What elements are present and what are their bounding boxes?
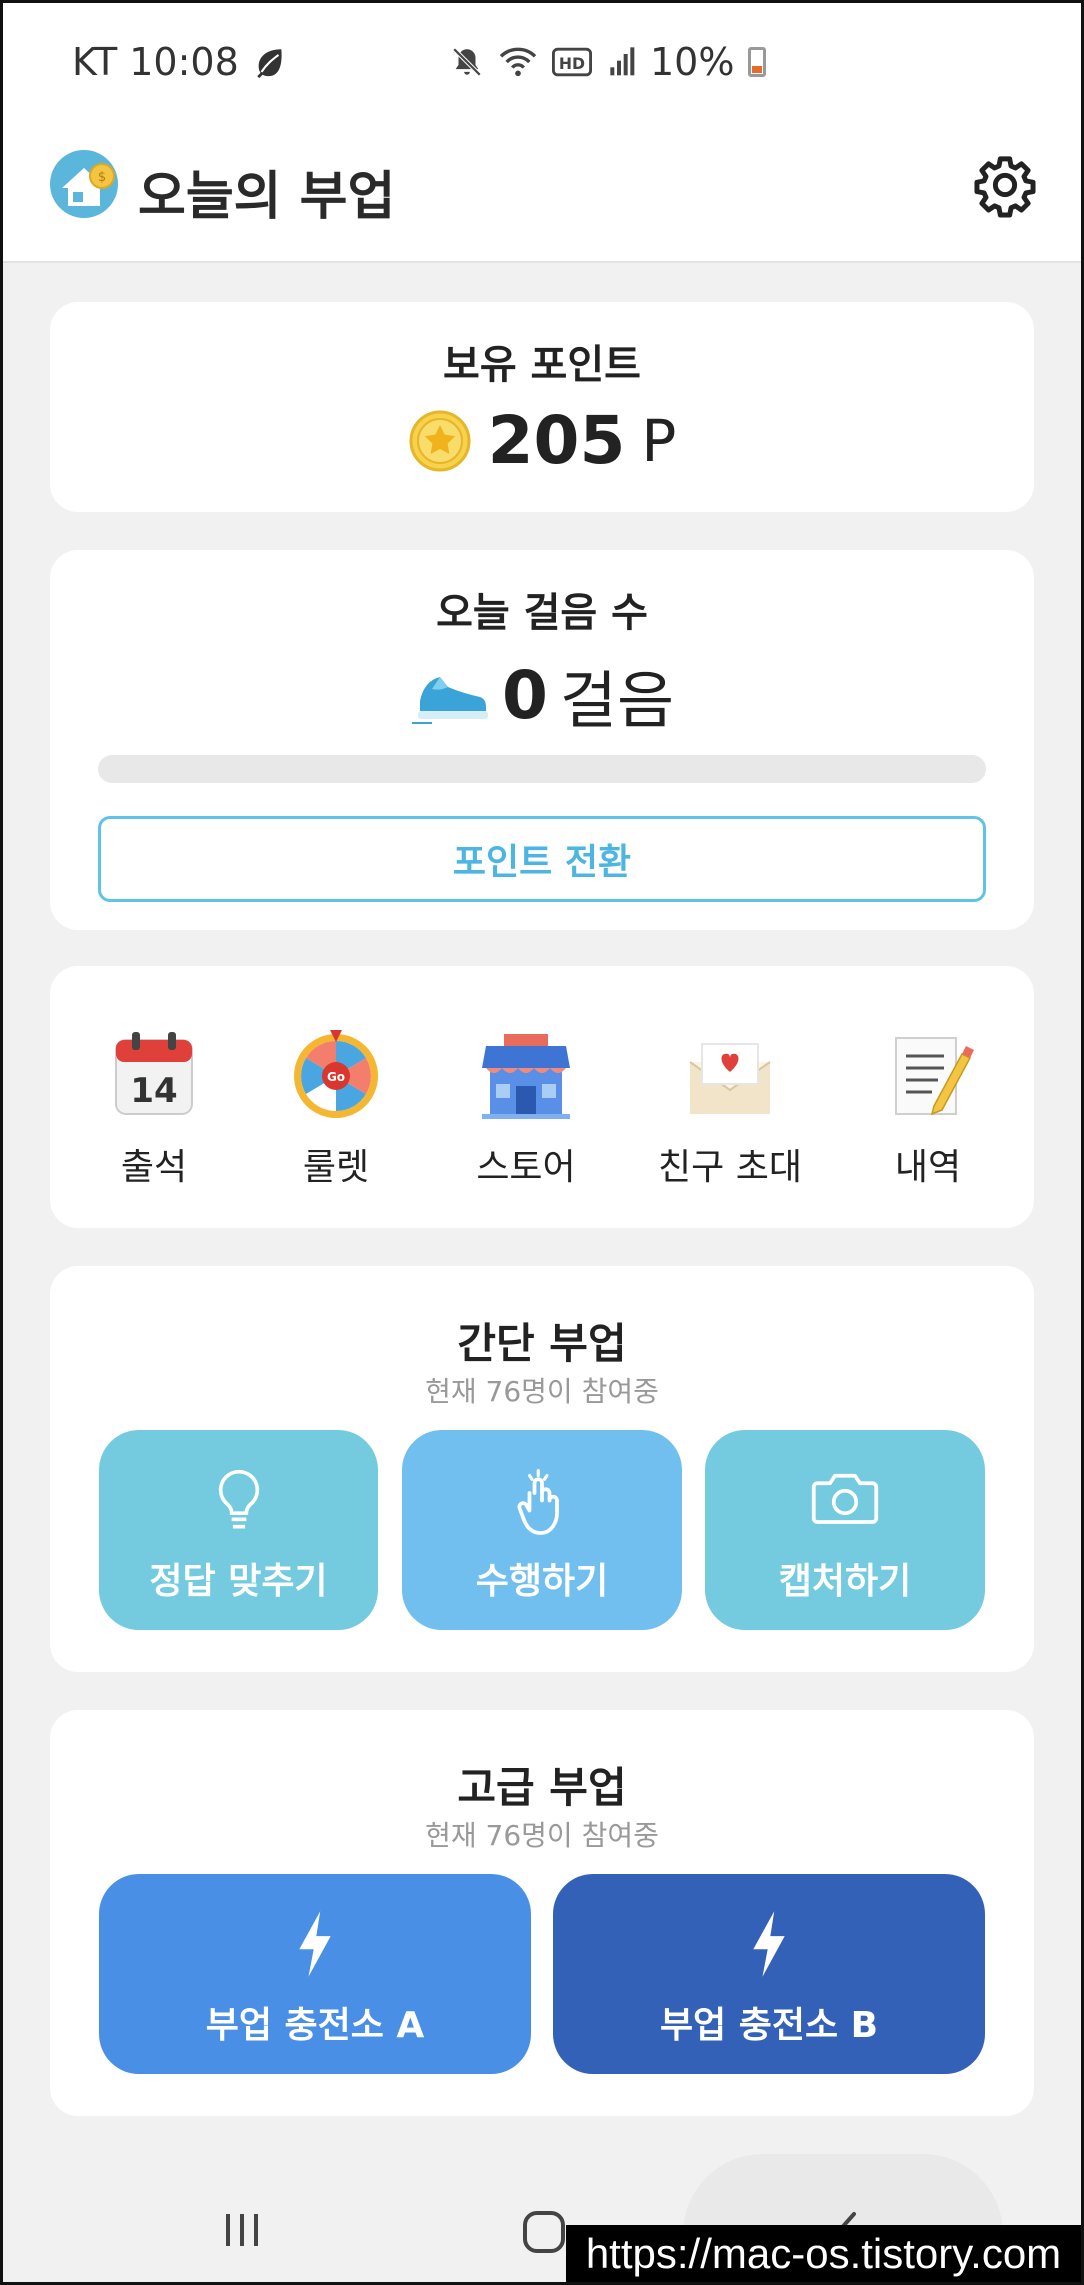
steps-progress-bar bbox=[98, 755, 986, 783]
wifi-icon bbox=[499, 47, 537, 77]
points-unit: P bbox=[641, 406, 677, 475]
side-job-station-a-label: 부업 충전소 A bbox=[205, 2005, 425, 2046]
gear-icon[interactable] bbox=[972, 152, 1038, 218]
menu-item-store[interactable]: 스토어 bbox=[436, 1024, 616, 1190]
quiz-answer-tile[interactable]: 정답 맞추기 bbox=[99, 1430, 378, 1630]
recent-apps-icon[interactable] bbox=[220, 2208, 264, 2252]
quiz-answer-label: 정답 맞추기 bbox=[149, 1561, 328, 1602]
advanced-side-job-title: 고급 부업 bbox=[457, 1763, 627, 1812]
hd-icon: HD bbox=[552, 47, 592, 77]
points-label: 보유 포인트 bbox=[443, 342, 641, 388]
status-left: KT 10:08 bbox=[72, 40, 287, 84]
app-title: 오늘의 부업 bbox=[138, 167, 396, 227]
battery-percent: 10% bbox=[650, 40, 735, 84]
points-value: 205 bbox=[487, 402, 626, 479]
lightning-icon bbox=[553, 1910, 985, 1980]
watermark: https://mac-os.tistory.com bbox=[566, 2225, 1081, 2282]
star-coin-icon bbox=[409, 410, 471, 471]
perform-task-label: 수행하기 bbox=[475, 1561, 609, 1602]
points-card: 보유 포인트 205 P bbox=[50, 302, 1034, 512]
status-right: HD 10% bbox=[450, 40, 767, 84]
capture-label: 캡처하기 bbox=[778, 1561, 912, 1602]
roulette-icon: Go bbox=[294, 1030, 378, 1118]
sneaker-icon bbox=[411, 677, 488, 724]
svg-text:Go: Go bbox=[327, 1070, 345, 1084]
app-logo: $ bbox=[50, 150, 118, 218]
status-bar: KT 10:08 HD 10% bbox=[0, 0, 1084, 128]
menu-card: 14 출석 Go 룰렛 스토어 친구 초대 내역 bbox=[50, 966, 1034, 1228]
steps-row: 0 걸음 bbox=[50, 650, 1034, 740]
notepad-icon bbox=[895, 1037, 974, 1116]
menu-label-history: 내역 bbox=[894, 1147, 962, 1188]
simple-side-job-subtitle: 현재 76명이 참여중 bbox=[425, 1375, 659, 1408]
side-job-station-b-label: 부업 충전소 B bbox=[659, 2005, 879, 2046]
store-icon bbox=[482, 1034, 570, 1119]
steps-unit: 걸음 bbox=[559, 664, 675, 737]
menu-label-store: 스토어 bbox=[476, 1147, 576, 1188]
steps-label: 오늘 걸음 수 bbox=[436, 590, 648, 636]
home-icon[interactable] bbox=[520, 2208, 568, 2256]
menu-item-attendance[interactable]: 14 출석 bbox=[64, 1024, 244, 1190]
simple-side-job-title: 간단 부업 bbox=[457, 1319, 627, 1368]
camera-icon bbox=[705, 1468, 985, 1538]
lightbulb-icon bbox=[99, 1468, 378, 1538]
signal-icon bbox=[610, 47, 635, 76]
steps-value: 0 bbox=[501, 656, 548, 734]
side-job-station-a-button[interactable]: 부업 충전소 A bbox=[99, 1874, 531, 2074]
app-bar: $ 오늘의 부업 bbox=[0, 128, 1084, 263]
side-job-station-b-button[interactable]: 부업 충전소 B bbox=[553, 1874, 985, 2074]
menu-item-history[interactable]: 내역 bbox=[838, 1024, 1018, 1190]
envelope-heart-icon bbox=[689, 1043, 771, 1114]
tap-hand-icon bbox=[402, 1468, 682, 1538]
convert-points-button[interactable]: 포인트 전환 bbox=[98, 816, 986, 902]
perform-task-tile[interactable]: 수행하기 bbox=[402, 1430, 682, 1630]
svg-text:$: $ bbox=[98, 170, 106, 185]
menu-item-invite-friends[interactable]: 친구 초대 bbox=[640, 1024, 820, 1190]
carrier-time: KT 10:08 bbox=[72, 40, 239, 84]
points-row: 205 P bbox=[50, 402, 1034, 479]
mute-icon bbox=[452, 47, 482, 77]
advanced-side-job-subtitle: 현재 76명이 참여중 bbox=[425, 1819, 659, 1852]
menu-label-roulette: 룰렛 bbox=[302, 1147, 370, 1188]
steps-card: 오늘 걸음 수 0 걸음 포인트 전환 bbox=[50, 550, 1034, 930]
menu-label-attendance: 출석 bbox=[120, 1147, 188, 1188]
menu-item-roulette[interactable]: Go 룰렛 bbox=[246, 1024, 426, 1190]
simple-side-job-card: 간단 부업 현재 76명이 참여중 정답 맞추기 수행하기 캡처하기 bbox=[50, 1266, 1034, 1672]
capture-tile[interactable]: 캡처하기 bbox=[705, 1430, 985, 1630]
battery-icon bbox=[748, 47, 767, 77]
leaf-icon bbox=[257, 49, 282, 79]
svg-text:14: 14 bbox=[130, 1071, 177, 1111]
calendar-icon: 14 bbox=[115, 1032, 193, 1115]
advanced-side-job-card: 고급 부업 현재 76명이 참여중 부업 충전소 A 부업 충전소 B bbox=[50, 1710, 1034, 2116]
menu-label-invite-friends: 친구 초대 bbox=[658, 1147, 802, 1188]
lightning-icon bbox=[99, 1910, 531, 1980]
svg-text:HD: HD bbox=[559, 54, 585, 73]
